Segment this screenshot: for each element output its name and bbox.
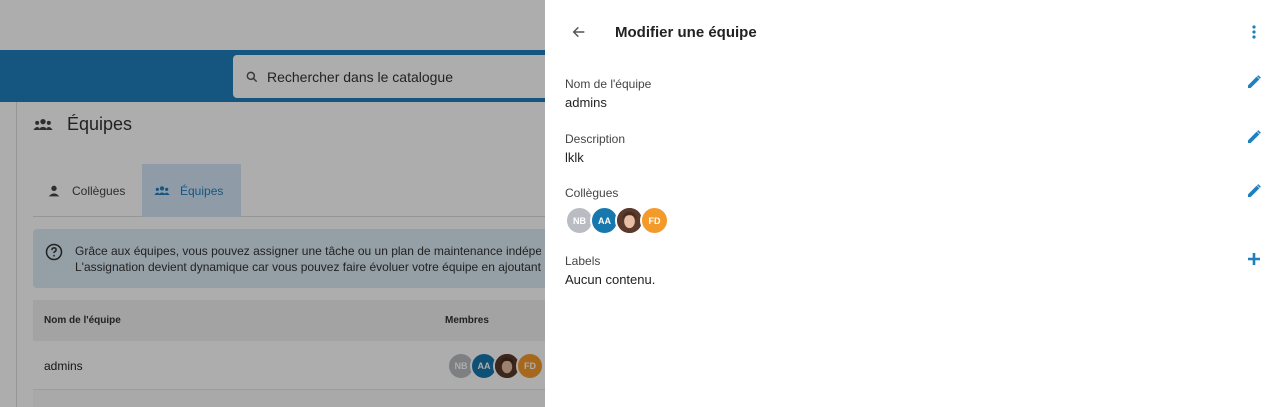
field-label: Description bbox=[565, 132, 626, 146]
add-label-button[interactable] bbox=[1245, 250, 1263, 268]
field-label: Nom de l'équipe bbox=[565, 77, 652, 91]
field-value: admins bbox=[565, 95, 607, 110]
team-name-field: Nom de l'équipe admins bbox=[565, 77, 651, 110]
field-value: lklk bbox=[565, 150, 584, 165]
pencil-icon bbox=[1248, 184, 1261, 197]
edit-description-button[interactable] bbox=[1245, 128, 1263, 146]
edit-team-name-button[interactable] bbox=[1245, 73, 1263, 91]
pencil-icon bbox=[1248, 130, 1261, 143]
more-options-button[interactable] bbox=[1247, 23, 1261, 41]
colleague-avatars: NB AA FD bbox=[565, 206, 669, 235]
field-value: Aucun contenu. bbox=[565, 272, 656, 287]
labels-field: Labels Aucun contenu. bbox=[565, 254, 655, 287]
description-field: Description lklk bbox=[565, 132, 625, 165]
avatar[interactable]: FD bbox=[640, 206, 669, 235]
field-label: Collègues bbox=[565, 186, 619, 200]
pencil-icon bbox=[1248, 75, 1261, 88]
arrow-back-icon bbox=[572, 26, 585, 38]
more-vert-icon bbox=[1252, 25, 1256, 39]
edit-team-panel: Modifier une équipe Nom de l'équipe admi… bbox=[545, 0, 1288, 407]
edit-colleagues-button[interactable] bbox=[1245, 182, 1263, 200]
portrait-image bbox=[617, 208, 642, 233]
panel-title: Modifier une équipe bbox=[615, 24, 757, 41]
colleagues-field: Collègues NB AA FD bbox=[565, 186, 669, 235]
back-button[interactable] bbox=[569, 22, 589, 42]
field-label: Labels bbox=[565, 254, 601, 268]
plus-icon bbox=[1248, 253, 1260, 265]
